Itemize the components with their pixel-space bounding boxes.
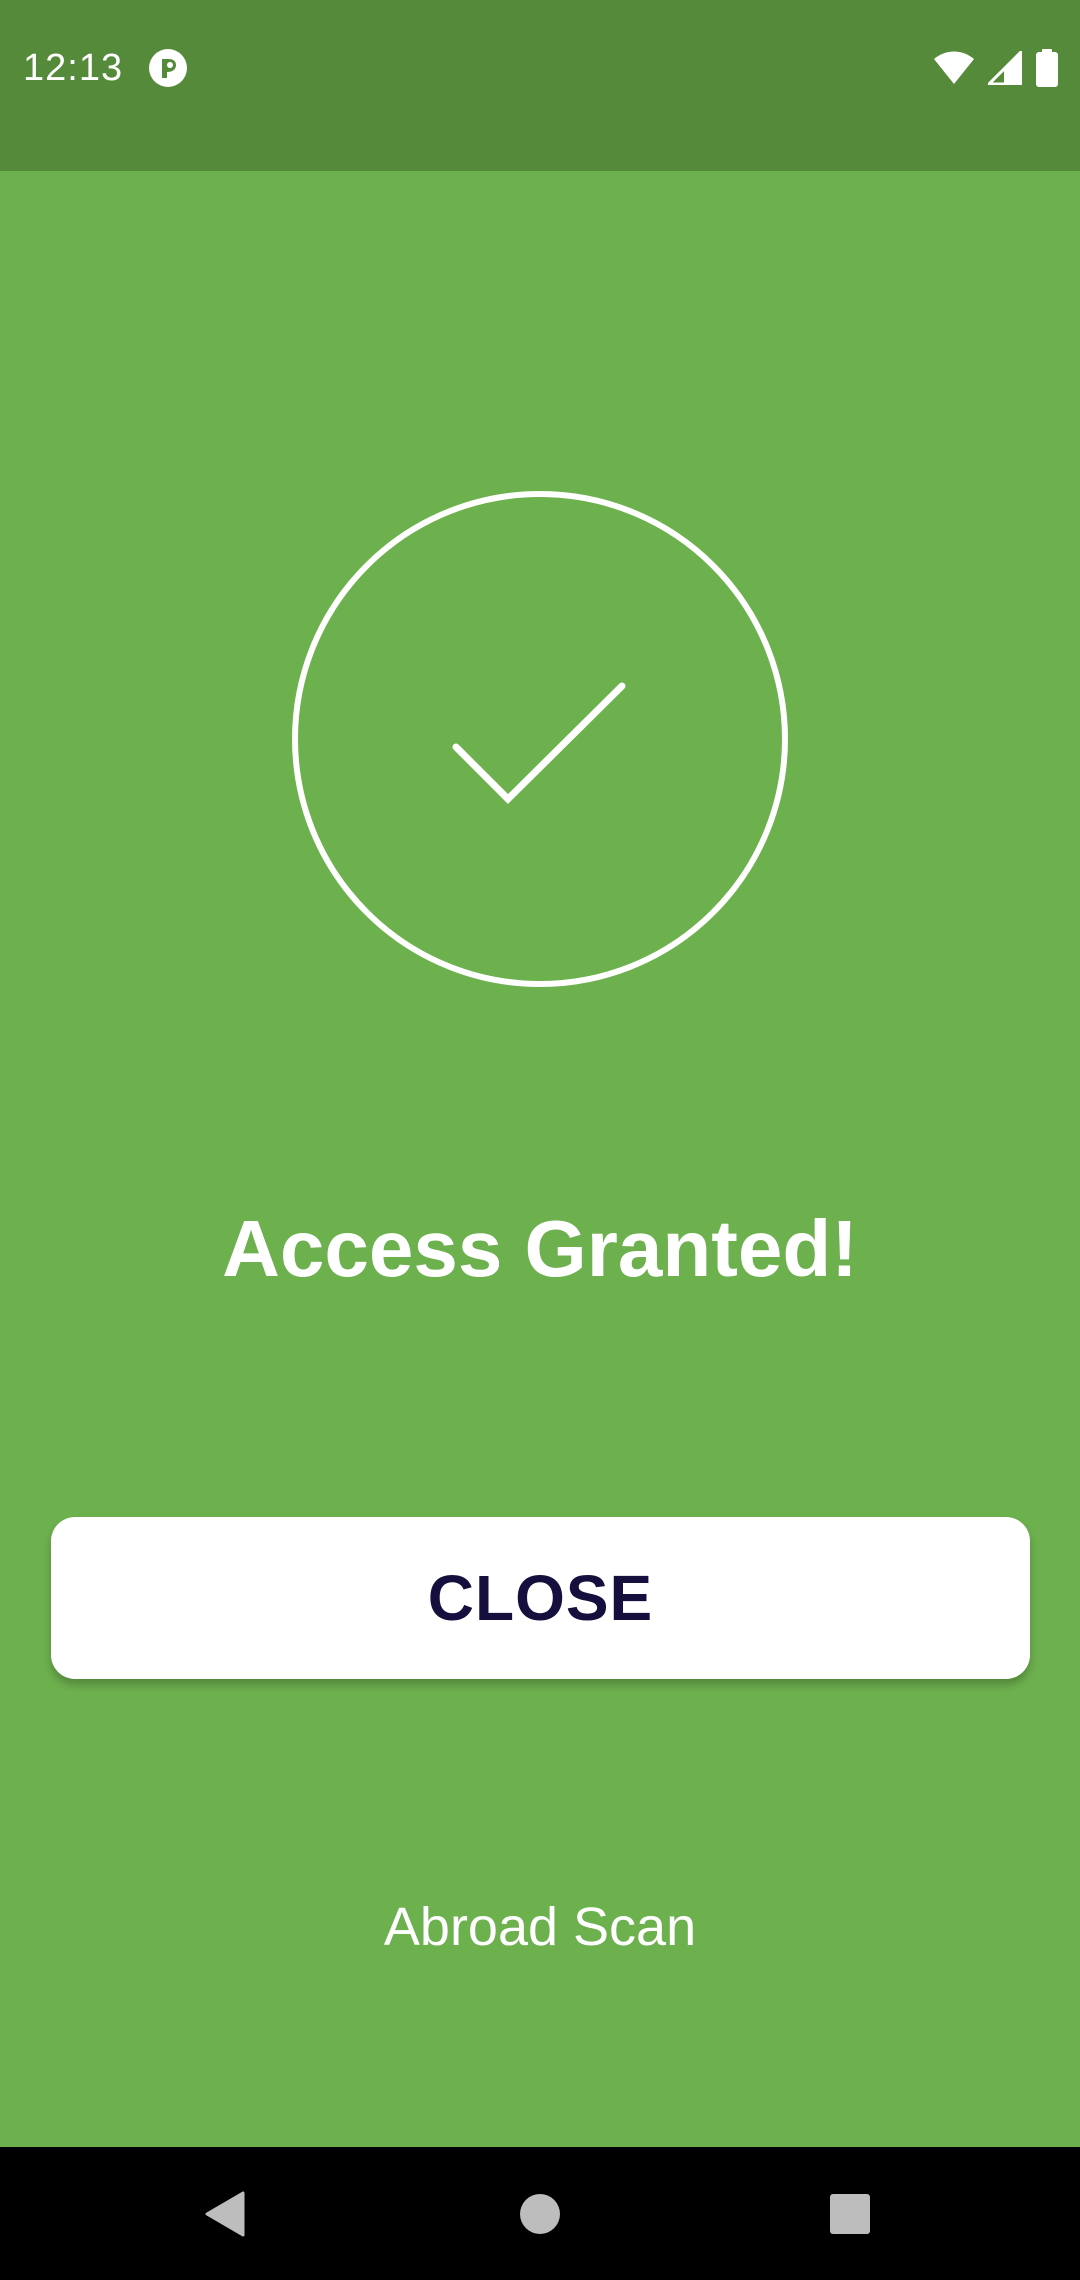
recents-square-icon xyxy=(830,2193,870,2234)
check-circle-icon xyxy=(292,491,788,987)
battery-icon xyxy=(1036,49,1058,87)
circle-p-icon xyxy=(149,49,187,87)
status-bar: 12:13 xyxy=(0,0,1080,171)
nav-home-button[interactable] xyxy=(480,2147,600,2280)
home-circle-icon xyxy=(520,2193,560,2234)
wifi-icon xyxy=(934,51,974,84)
nav-recents-button[interactable] xyxy=(790,2147,910,2280)
back-triangle-icon xyxy=(205,2191,245,2236)
screen: 12:13 Access Granted! CLOSE Abroad Scan xyxy=(0,0,1080,2280)
cell-signal-icon xyxy=(988,51,1022,85)
result-screen: Access Granted! CLOSE Abroad Scan xyxy=(0,171,1080,2147)
status-time: 12:13 xyxy=(23,47,124,89)
nav-back-button[interactable] xyxy=(165,2147,285,2280)
status-icons xyxy=(934,48,1058,88)
status-title: Access Granted! xyxy=(222,1204,858,1293)
app-name-label: Abroad Scan xyxy=(383,1897,697,1957)
close-button[interactable]: CLOSE xyxy=(51,1517,1030,1679)
navigation-bar xyxy=(0,2147,1080,2280)
